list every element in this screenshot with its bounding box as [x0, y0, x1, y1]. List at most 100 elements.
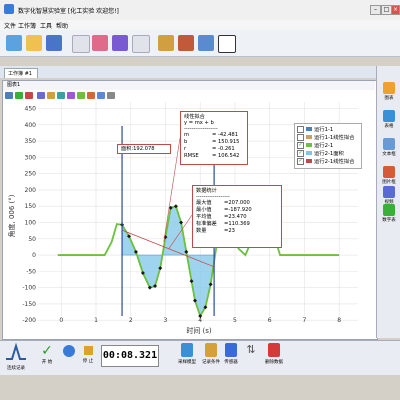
panel-chart-button[interactable]: 图表 — [380, 82, 398, 101]
legend-item[interactable]: 运行1-1线性拟合 — [297, 133, 354, 141]
record-condition-label: 记录条件 — [202, 360, 220, 365]
control-bar: 连续记录 ✓ 开 始 停 止 采样模型 记录条件 传感器 ⇅ 删除数据 — [0, 340, 400, 376]
y-tick-label: -100 — [22, 285, 36, 292]
elapsed-timer: 00:08.321 — [101, 345, 159, 367]
legend-checkbox[interactable] — [297, 133, 304, 141]
panel-video-button[interactable]: 视频 — [380, 186, 398, 205]
sampling-model-label: 采样模型 — [178, 360, 196, 365]
table-icon — [383, 110, 395, 122]
stop-button[interactable]: 停 止 — [80, 345, 96, 364]
y-tick-label: 100 — [25, 220, 37, 227]
record-mode-button[interactable]: 连续记录 — [4, 342, 28, 371]
x-tick-label: 4 — [198, 317, 202, 324]
y-tick-label: 0 — [32, 252, 36, 259]
legend-item[interactable]: ✓ 运行2-1 — [297, 141, 333, 149]
legend-label: 运行1-1 — [314, 127, 334, 133]
stats-key: 数量 — [196, 228, 207, 234]
legend-item[interactable]: 运行1-1 — [297, 125, 333, 133]
stats-key: 标准偏差 — [196, 221, 217, 227]
legend-swatch — [306, 143, 312, 147]
y-tick-label: -200 — [22, 317, 36, 324]
area-label[interactable]: 面积:192.078 — [117, 144, 171, 154]
legend-checkbox[interactable]: ✓ — [297, 141, 304, 149]
stats-row: 数量 =23 — [196, 228, 278, 235]
video-icon — [383, 186, 395, 198]
legend-checkbox[interactable]: ✓ — [297, 149, 304, 157]
legend-item[interactable]: ✓ 运行2-1面积 — [297, 149, 344, 157]
legend-label: 运行2-1面积 — [314, 151, 344, 157]
y-axis-label: 角度, 006 (°) — [7, 194, 16, 237]
x-tick-label: 6 — [268, 317, 272, 324]
y-tick-label: 300 — [25, 154, 37, 161]
y-tick-label: -50 — [26, 268, 36, 275]
legend-swatch — [306, 135, 312, 139]
y-tick-label: 250 — [25, 171, 37, 178]
start-button[interactable]: ✓ 开 始 — [40, 343, 54, 365]
record-mode-label: 连续记录 — [7, 366, 25, 371]
legend-checkbox[interactable]: ✓ — [297, 157, 304, 165]
x-tick-label: 3 — [164, 317, 168, 324]
checkmark-icon: ✓ — [41, 343, 53, 359]
panel-label: 表格 — [384, 124, 394, 129]
legend-item[interactable]: ✓ 运行2-1线性拟合 — [297, 157, 354, 165]
stats-title: 数据统计 — [196, 188, 217, 194]
linear-fit-popup[interactable]: 线性拟合 y = mx + b ------------------ m = -4… — [180, 111, 248, 165]
stats-value: =110.369 — [224, 221, 250, 227]
chart-legend: 运行1-1 运行1-1线性拟合 ✓ 运行2-1 ✓ 运行2-1面积 ✓ 运行2-1线性… — [294, 123, 362, 169]
legend-label: 运行2-1 — [314, 143, 334, 149]
panel-digital-meter-button[interactable]: 数字表 — [380, 204, 398, 223]
fit-key: m — [184, 132, 190, 138]
y-tick-label: -150 — [22, 301, 36, 308]
legend-checkbox[interactable] — [297, 125, 304, 133]
x-tick-label: 8 — [337, 317, 341, 324]
swap-button[interactable]: ⇅ — [244, 343, 258, 356]
y-tick-label: 150 — [25, 203, 37, 210]
y-tick-label: 350 — [25, 138, 37, 145]
delete-data-button[interactable]: 删除数据 — [262, 343, 286, 365]
stats-value: =23.470 — [224, 214, 247, 220]
linear-fit-title: 线性拟合 — [184, 114, 205, 120]
stats-value: =-187.920 — [224, 207, 252, 213]
play-button[interactable] — [62, 345, 76, 357]
sensor-button[interactable]: 传感器 — [222, 343, 240, 365]
x-tick-label: 7 — [303, 317, 307, 324]
stats-popup[interactable]: 数据统计 ------------------ 最大值 =207.000 最小值 =… — [192, 185, 282, 248]
sampling-model-button[interactable]: 采样模型 — [176, 343, 198, 365]
fit-row-m: m = -42.481 — [184, 132, 244, 139]
panel-label: 文本框 — [382, 152, 396, 157]
record-condition-icon — [205, 343, 217, 357]
fit-value: = -42.481 — [212, 132, 239, 138]
panel-table-button[interactable]: 表格 — [380, 110, 398, 129]
delete-data-icon — [268, 343, 280, 357]
record-condition-button[interactable]: 记录条件 — [200, 343, 222, 365]
fit-key: RMSE — [184, 153, 199, 159]
fit-value: = -0.261 — [212, 146, 235, 152]
textbox-icon — [383, 138, 395, 150]
y-tick-label: 450 — [25, 106, 37, 113]
y-tick-label: 200 — [25, 187, 37, 194]
stats-value: =23 — [224, 228, 235, 234]
stats-row: 平均值 =23.470 — [196, 214, 278, 221]
stats-row: 标准偏差 =110.369 — [196, 221, 278, 228]
waveform-icon — [6, 342, 26, 360]
status-bar — [0, 375, 400, 400]
x-axis-label: 时间 (s) — [186, 326, 212, 335]
stats-key: 平均值 — [196, 214, 212, 220]
panel-picture-button[interactable]: 图片框 — [380, 166, 398, 185]
fit-value: = 106.542 — [212, 153, 240, 159]
picture-icon — [383, 166, 395, 178]
sampling-model-icon — [181, 343, 193, 357]
legend-swatch — [306, 127, 312, 131]
stats-row: 最小值 =-187.920 — [196, 207, 278, 214]
play-icon — [63, 345, 75, 357]
stop-icon — [83, 346, 93, 355]
panel-label: 数字表 — [382, 218, 396, 223]
fit-row-r: r = -0.261 — [184, 146, 244, 153]
swap-icon: ⇅ — [246, 343, 256, 356]
stats-key: 最小值 — [196, 207, 212, 213]
fit-key: b — [184, 139, 188, 145]
y-tick-label: 50 — [28, 236, 36, 243]
panel-textbox-button[interactable]: 文本框 — [380, 138, 398, 157]
sensor-label: 传感器 — [224, 360, 238, 365]
y-tick-label: 400 — [25, 122, 37, 129]
